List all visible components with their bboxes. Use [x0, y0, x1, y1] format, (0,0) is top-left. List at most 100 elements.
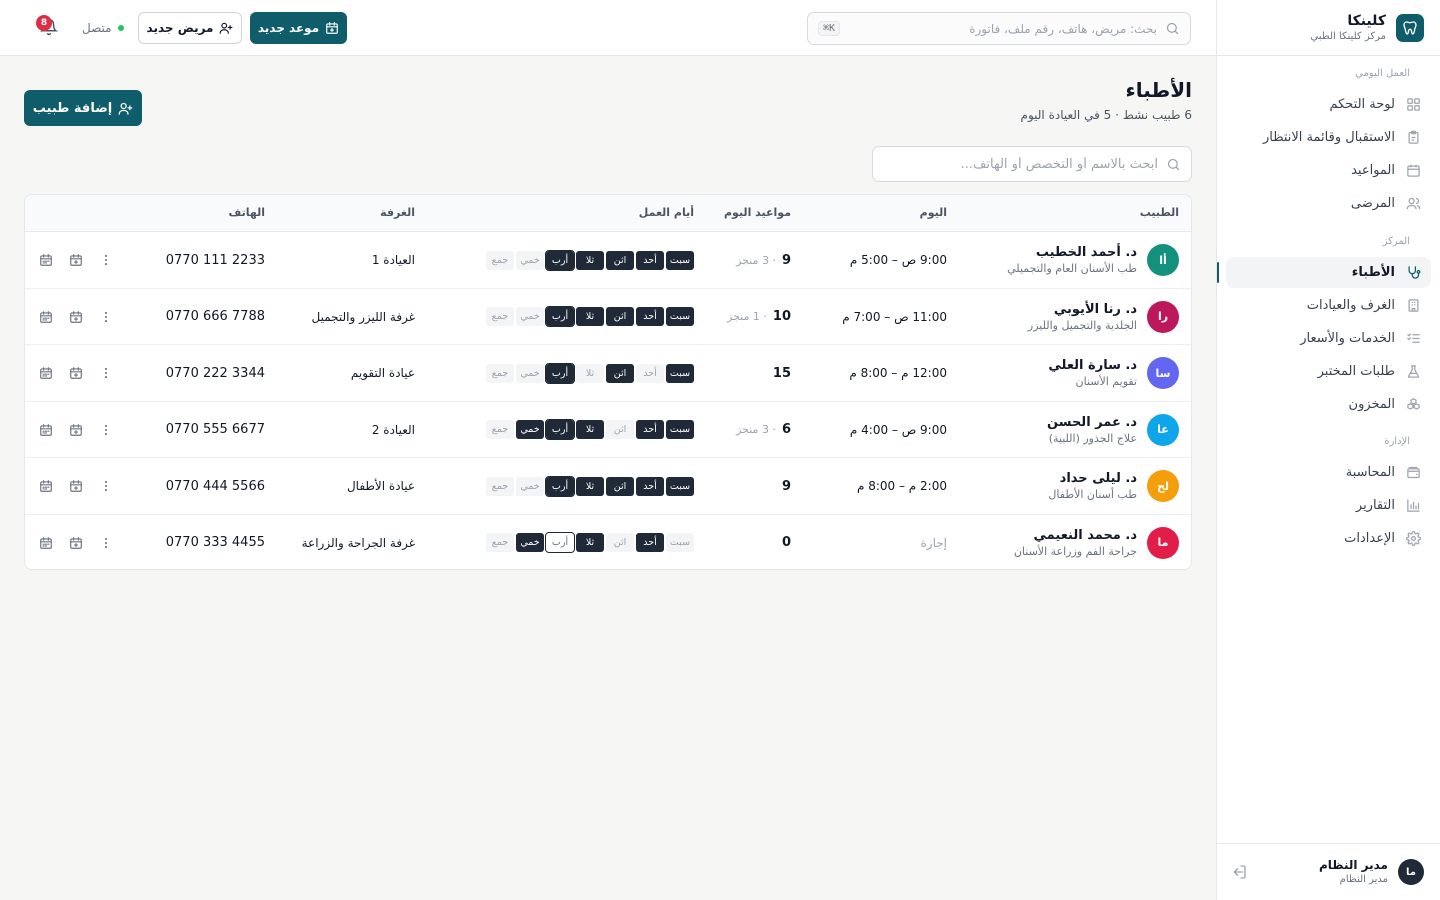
workday-chip: أرب	[545, 362, 575, 384]
today-hours: 12:00 م – 8:00 م	[849, 366, 947, 381]
doctor-cell: سا د. سارة العلي تقويم الأسنان	[1048, 345, 1179, 401]
table-row[interactable]: سا د. سارة العلي تقويم الأسنان 12:00 م – 8:…	[25, 345, 1191, 402]
user-profile[interactable]: ما مدير النظام مدير النظام	[1217, 843, 1440, 900]
book-appointment-icon[interactable]	[67, 534, 85, 552]
workday-chip: جمع	[486, 250, 514, 270]
global-search[interactable]: ⌘K	[807, 12, 1191, 45]
more-options-icon[interactable]	[97, 251, 115, 269]
workday-chip: اثن	[606, 420, 634, 440]
table-row[interactable]: عا د. عمر الحسن علاج الجذور (اللبية) 9:00 ص…	[25, 402, 1191, 459]
doctor-name[interactable]: د. رنا الأيوبي	[1054, 301, 1137, 318]
sidebar-item-users[interactable]: المرضى	[1226, 188, 1431, 219]
more-options-icon[interactable]	[97, 308, 115, 326]
add-doctor-label: إضافة طبيب	[32, 100, 113, 116]
sidebar-item-list-check[interactable]: الخدمات والأسعار	[1226, 323, 1431, 354]
doctor-name[interactable]: د. ليلى حداد	[1060, 470, 1137, 487]
online-dot	[117, 25, 124, 31]
sidebar-item-calendar[interactable]: المواعيد	[1226, 155, 1431, 186]
avatar: لح	[1147, 470, 1179, 503]
wallet-icon	[1405, 465, 1421, 481]
more-options-icon[interactable]	[97, 421, 115, 439]
doctor-specialty: جراحة الفم وزراعة الأسنان	[1013, 544, 1137, 558]
appointments-today: 0	[782, 515, 791, 569]
header-room: الغرفة	[380, 206, 415, 219]
more-options-icon[interactable]	[97, 364, 115, 382]
completed-count: · 3 منجز	[736, 253, 776, 267]
workday-chip: ثلا	[576, 363, 604, 383]
table-row[interactable]: أا د. أحمد الخطيب طب الأسنان العام والتجمي…	[25, 232, 1191, 289]
book-appointment-icon[interactable]	[67, 308, 85, 326]
global-search-input[interactable]	[848, 21, 1157, 36]
schedule-icon[interactable]	[37, 308, 55, 326]
sidebar-item-flask[interactable]: طلبات المختبر	[1226, 356, 1431, 387]
chart-icon	[1405, 498, 1421, 514]
room: عيادة التقويم	[350, 366, 415, 381]
page-subtitle: 6 طبيب نشط · 5 في العيادة اليوم	[1020, 108, 1192, 122]
doctor-search[interactable]	[872, 146, 1192, 182]
appointment-count: 15	[772, 365, 791, 381]
sidebar-item-label: الإعدادات	[1344, 531, 1395, 546]
phone[interactable]: 0770 555 6677	[166, 402, 265, 458]
sidebar-item-stethoscope[interactable]: الأطباء	[1217, 257, 1431, 288]
building-icon	[1405, 298, 1421, 314]
phone[interactable]: 0770 333 4455	[166, 515, 265, 569]
sidebar-item-chart[interactable]: التقارير	[1226, 490, 1431, 521]
doctor-specialty: تقويم الأسنان	[1075, 375, 1137, 389]
new-appointment-button[interactable]: موعد جديد	[250, 12, 347, 44]
row-actions	[37, 232, 115, 288]
book-appointment-icon[interactable]	[67, 364, 85, 382]
appointments-today: 9 · 3 منجز	[736, 232, 791, 288]
appointment-count: 10	[772, 309, 791, 325]
add-doctor-button[interactable]: إضافة طبيب	[24, 90, 142, 126]
table-row[interactable]: لح د. ليلى حداد طب أسنان الأطفال 2:00 م – 8…	[25, 458, 1191, 515]
table-row[interactable]: را د. رنا الأيوبي الجلدية والتجميل والليزر…	[25, 289, 1191, 346]
workday-chip: سبت	[666, 363, 694, 383]
workday-chip: خمي	[516, 250, 544, 270]
workday-chip: سبت	[666, 533, 694, 553]
schedule-icon[interactable]	[37, 534, 55, 552]
more-options-icon[interactable]	[97, 477, 115, 495]
sidebar-item-label: لوحة التحكم	[1329, 97, 1395, 112]
book-appointment-icon[interactable]	[67, 421, 85, 439]
completed-count: · 3 منجز	[736, 423, 776, 437]
room: غرفة الليزر والتجميل	[311, 309, 416, 324]
sidebar-item-clipboard[interactable]: الاستقبال وقائمة الانتظار	[1226, 122, 1431, 153]
schedule-icon[interactable]	[37, 477, 55, 495]
schedule-icon[interactable]	[37, 421, 55, 439]
phone[interactable]: 0770 444 5566	[166, 458, 265, 514]
brand[interactable]: كلينكا مركز كلينكا الطبي	[1310, 12, 1424, 44]
search-icon	[1166, 157, 1181, 172]
workday-chip: أرب	[545, 475, 575, 497]
appointments-today: 9	[782, 458, 791, 514]
topbar: ⌘K موعد جديد مريض جديد متصل 8	[0, 0, 1216, 56]
doctor-name[interactable]: د. سارة العلي	[1048, 357, 1137, 374]
sidebar-item-building[interactable]: الغرف والعيادات	[1226, 290, 1431, 321]
doctor-search-input[interactable]	[883, 156, 1158, 172]
divider	[1217, 55, 1440, 56]
book-appointment-icon[interactable]	[67, 251, 85, 269]
more-options-icon[interactable]	[97, 534, 115, 552]
schedule-icon[interactable]	[37, 251, 55, 269]
phone[interactable]: 0770 111 2233	[166, 232, 265, 288]
sidebar-item-boxes[interactable]: المخزون	[1226, 389, 1431, 420]
doctor-name[interactable]: د. عمر الحسن	[1047, 414, 1137, 431]
nav-group-title: المركز	[1382, 236, 1410, 247]
workday-chip: أرب	[545, 419, 575, 441]
doctor-name[interactable]: د. محمد النعيمي	[1034, 527, 1137, 544]
sidebar-item-gear[interactable]: الإعدادات	[1226, 523, 1431, 554]
schedule-icon[interactable]	[37, 364, 55, 382]
user-plus-icon	[118, 101, 133, 116]
phone[interactable]: 0770 666 7788	[166, 289, 265, 345]
table-header: الطبيب اليوم مواعيد اليوم أيام العمل الغ…	[25, 195, 1191, 232]
workdays: سبت أحد اثن ثلا أرب خمي جمع	[486, 362, 694, 384]
sidebar-item-dashboard[interactable]: لوحة التحكم	[1226, 89, 1431, 120]
workday-chip: اثن	[606, 363, 634, 383]
book-appointment-icon[interactable]	[67, 477, 85, 495]
logout-icon[interactable]	[1231, 864, 1247, 880]
doctor-name[interactable]: د. أحمد الخطيب	[1036, 244, 1137, 261]
avatar: أا	[1147, 244, 1179, 276]
new-patient-button[interactable]: مريض جديد	[138, 12, 242, 44]
table-row[interactable]: ما د. محمد النعيمي جراحة الفم وزراعة الأسن…	[25, 515, 1191, 569]
phone[interactable]: 0770 222 3344	[166, 345, 265, 401]
sidebar-item-wallet[interactable]: المحاسبة	[1226, 457, 1431, 488]
